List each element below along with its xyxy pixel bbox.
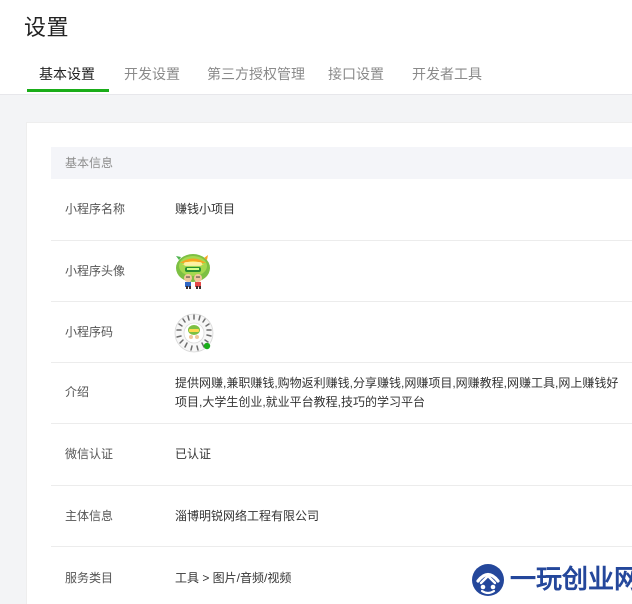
mini-program-avatar-icon[interactable]	[173, 250, 213, 290]
mini-program-code-icon[interactable]	[173, 312, 215, 354]
watermark-text: 一玩创业网	[510, 565, 632, 595]
tab-basic-settings[interactable]: 基本设置	[39, 62, 95, 92]
settings-page: 设置 基本设置 开发设置 第三方授权管理 接口设置 开发者工具 基本信息 小程序…	[0, 0, 632, 604]
row-mini-program-name: 小程序名称 赚钱小项目	[51, 179, 632, 241]
active-tab-indicator	[27, 89, 109, 92]
row-label-intro: 介绍	[65, 385, 90, 399]
row-introduction: 介绍 提供网赚,兼职赚钱,购物返利赚钱,分享赚钱,网赚项目,网赚教程,网赚工具,…	[51, 362, 632, 424]
avatar-graphic	[176, 254, 210, 289]
introduction-value: 提供网赚,兼职赚钱,购物返利赚钱,分享赚钱,网赚项目,网赚教程,网赚工具,网上赚…	[175, 376, 619, 409]
basic-info-card: 基本信息 小程序名称 赚钱小项目 小程序头像 小程序码 介绍 提供网赚,兼职赚钱…	[26, 122, 632, 604]
section-title: 基本信息	[65, 156, 114, 170]
row-label-qrcode: 小程序码	[65, 325, 114, 339]
tab-development-settings[interactable]: 开发设置	[124, 62, 180, 92]
mini-program-code-graphic	[174, 313, 214, 353]
watermark: 一玩创业网	[470, 562, 632, 598]
watermark-logo-icon	[472, 564, 504, 596]
row-mini-program-avatar: 小程序头像	[51, 240, 632, 302]
tab-developer-tools[interactable]: 开发者工具	[412, 62, 482, 92]
row-mini-program-code: 小程序码	[51, 301, 632, 363]
entity-info-value: 淄博明锐网络工程有限公司	[175, 509, 320, 523]
service-category-value: 工具 > 图片/音频/视频	[175, 571, 292, 585]
section-header: 基本信息	[51, 147, 632, 179]
page-title: 设置	[24, 15, 70, 40]
row-label-category: 服务类目	[65, 571, 114, 585]
settings-tabs: 基本设置 开发设置 第三方授权管理 接口设置 开发者工具	[27, 62, 632, 94]
row-label-entity: 主体信息	[65, 509, 114, 523]
row-wechat-certification: 微信认证 已认证	[51, 424, 632, 486]
row-label-name: 小程序名称	[65, 202, 126, 216]
row-label-certification: 微信认证	[65, 447, 114, 461]
mini-program-name-value: 赚钱小项目	[175, 202, 236, 216]
row-label-avatar: 小程序头像	[65, 264, 126, 278]
tab-interface-settings[interactable]: 接口设置	[328, 62, 384, 92]
settings-header: 设置 基本设置 开发设置 第三方授权管理 接口设置 开发者工具	[0, 0, 632, 95]
row-entity-info: 主体信息 淄博明锐网络工程有限公司	[51, 485, 632, 547]
certification-value: 已认证	[175, 447, 212, 461]
tab-third-party-authorization[interactable]: 第三方授权管理	[207, 62, 305, 92]
